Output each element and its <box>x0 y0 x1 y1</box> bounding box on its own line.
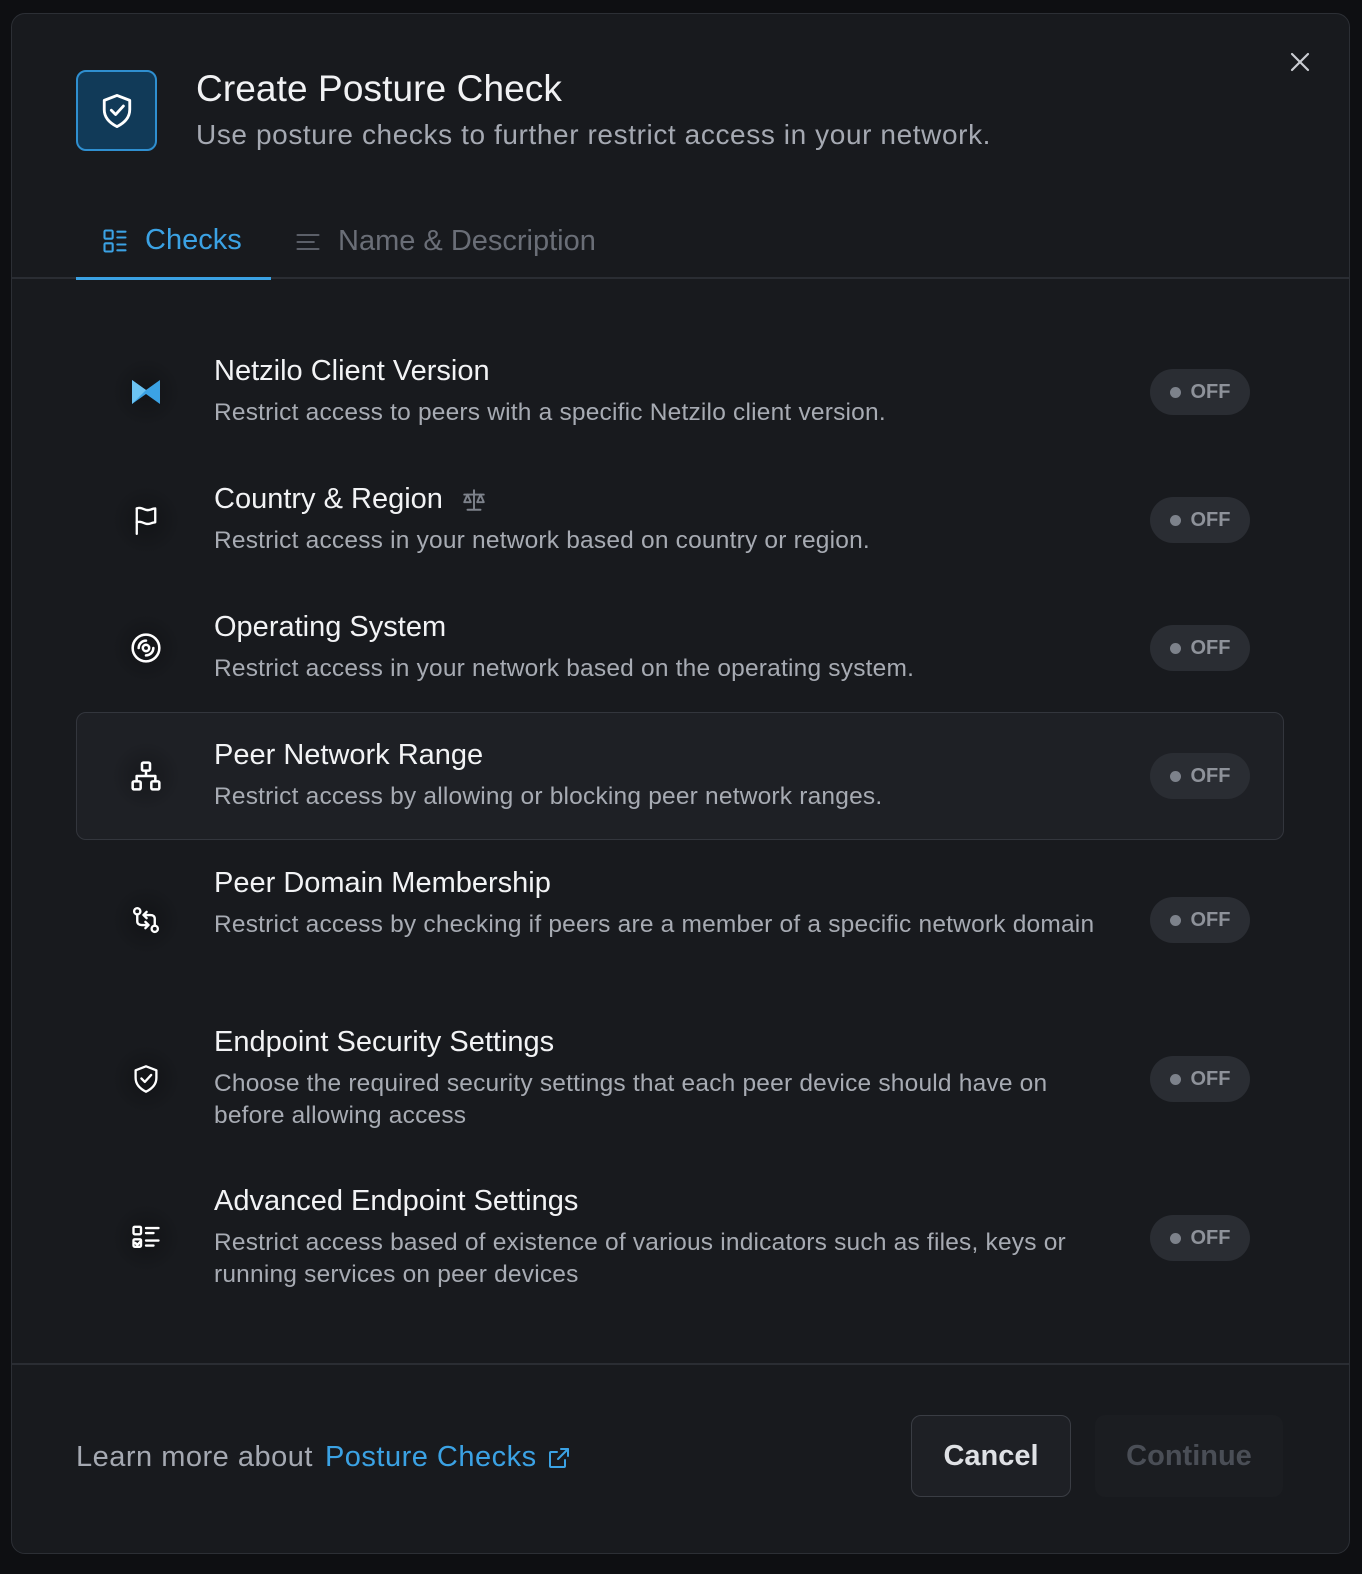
git-compare-icon <box>105 879 187 961</box>
layout-list-icon <box>103 228 127 253</box>
netzilo-logo-icon <box>105 351 187 433</box>
network-icon <box>105 735 187 817</box>
check-description: Restrict access based of existence of va… <box>214 1229 1066 1288</box>
dialog-footer: Learn more about Posture Checks Cancel C… <box>12 1363 1349 1553</box>
check-country-region[interactable]: Country & Region Restrict access in your… <box>76 456 1284 584</box>
toggle-switch[interactable]: OFF <box>1150 625 1250 671</box>
continue-button[interactable]: Continue <box>1095 1415 1283 1497</box>
flag-icon <box>105 479 187 561</box>
list-check-icon <box>105 1197 187 1279</box>
tab-bar: Checks Name & Description <box>12 204 1349 280</box>
toggle-dot <box>1169 1073 1181 1085</box>
check-peer-domain-membership[interactable]: Peer Domain Membership Restrict access b… <box>76 840 1284 999</box>
check-description: Choose the required security settings th… <box>214 1070 1048 1129</box>
check-netzilo-client-version[interactable]: Netzilo Client Version Restrict access t… <box>76 328 1284 456</box>
check-peer-network-range[interactable]: Peer Network Range Restrict access by al… <box>76 712 1284 840</box>
check-title: Peer Domain Membership <box>214 867 551 899</box>
posture-checks-link[interactable]: Posture Checks <box>325 1441 571 1474</box>
text-align-icon <box>296 233 320 250</box>
toggle-switch[interactable]: OFF <box>1150 1056 1250 1102</box>
toggle-switch[interactable]: OFF <box>1150 753 1250 799</box>
toggle-label: OFF <box>1190 764 1231 787</box>
dialog-title: Create Posture Check <box>196 68 563 109</box>
learn-more-text: Learn more about Posture Checks <box>76 1441 571 1474</box>
toggle-dot <box>1169 514 1181 526</box>
check-title: Netzilo Client Version <box>214 355 490 387</box>
toggle-label: OFF <box>1190 380 1231 403</box>
close-icon <box>1290 52 1310 72</box>
toggle-label: OFF <box>1190 1226 1231 1249</box>
checks-list: Netzilo Client Version Restrict access t… <box>76 328 1284 1317</box>
header-icon-box <box>76 70 157 151</box>
toggle-label: OFF <box>1190 1067 1231 1090</box>
check-title: Peer Network Range <box>214 739 484 771</box>
toggle-switch[interactable]: OFF <box>1150 1215 1250 1261</box>
check-description: Restrict access to peers with a specific… <box>214 399 886 426</box>
disc-icon <box>105 607 187 689</box>
link-label: Posture Checks <box>324 1441 537 1473</box>
toggle-label: OFF <box>1190 508 1231 531</box>
tab-label: Checks <box>145 224 242 256</box>
toggle-switch[interactable]: OFF <box>1150 369 1250 415</box>
check-title: Endpoint Security Settings <box>214 1026 555 1058</box>
toggle-dot <box>1169 1232 1181 1244</box>
close-button[interactable] <box>1285 47 1315 77</box>
toggle-dot <box>1169 642 1181 654</box>
external-link-icon <box>548 1447 569 1468</box>
check-title: Operating System <box>214 611 447 643</box>
check-endpoint-security-settings[interactable]: Endpoint Security Settings Choose the re… <box>76 999 1284 1158</box>
shield-check-icon <box>105 1038 187 1120</box>
cancel-button[interactable]: Cancel <box>911 1415 1071 1497</box>
check-title: Country & Region <box>214 483 443 515</box>
toggle-label: OFF <box>1190 908 1231 931</box>
check-title: Advanced Endpoint Settings <box>214 1185 579 1217</box>
dialog-subtitle: Use posture checks to further restrict a… <box>196 119 992 150</box>
check-operating-system[interactable]: Operating System Restrict access in your… <box>76 584 1284 712</box>
create-posture-check-dialog: Create Posture Check Use posture checks … <box>11 13 1350 1554</box>
tab-name-description[interactable]: Name & Description <box>294 204 596 279</box>
tab-checks[interactable]: Checks <box>76 204 271 280</box>
toggle-dot <box>1169 386 1181 398</box>
scale-icon <box>463 488 485 511</box>
toggle-dot <box>1169 914 1181 926</box>
check-title-wrap: Country & Region <box>214 483 487 516</box>
toggle-switch[interactable]: OFF <box>1150 897 1250 943</box>
toggle-dot <box>1169 770 1181 782</box>
check-description: Restrict access in your network based on… <box>214 527 870 554</box>
shield-check-icon <box>102 93 131 128</box>
learn-more-prefix: Learn more about <box>76 1441 313 1473</box>
check-description: Restrict access by allowing or blocking … <box>214 783 883 810</box>
toggle-switch[interactable]: OFF <box>1150 497 1250 543</box>
toggle-label: OFF <box>1190 636 1231 659</box>
check-description: Restrict access in your network based on… <box>214 655 915 682</box>
tab-label: Name & Description <box>338 225 596 257</box>
check-advanced-endpoint-settings[interactable]: Advanced Endpoint Settings Restrict acce… <box>76 1158 1284 1317</box>
check-description: Restrict access by checking if peers are… <box>214 911 1095 938</box>
